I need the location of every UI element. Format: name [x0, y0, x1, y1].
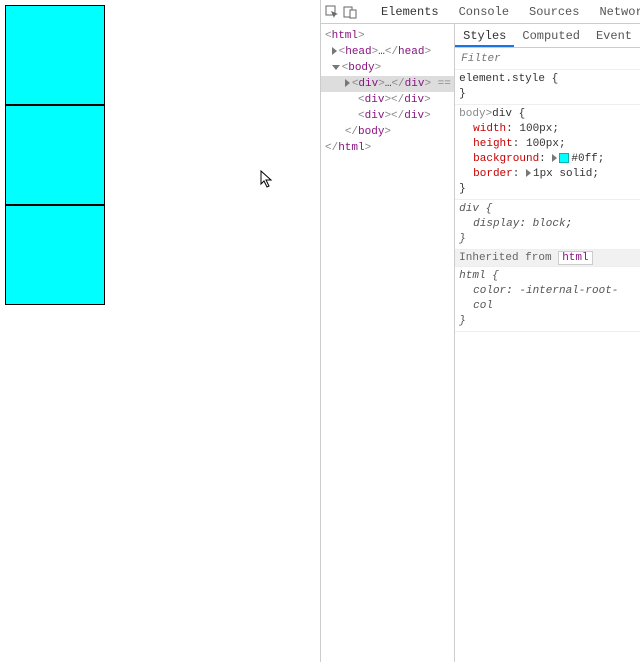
inherited-from-bar: Inherited from html [455, 250, 640, 267]
dom-node-body[interactable]: <body> [321, 60, 454, 76]
dom-node-selected-div[interactable]: <div>…</div> == $ [321, 76, 454, 92]
styles-panel: Styles Computed Event List element.style… [455, 24, 640, 662]
styles-tabs: Styles Computed Event List [455, 24, 640, 48]
expand-icon[interactable] [345, 79, 350, 87]
css-rule-div-ua[interactable]: div { display: block; } [455, 200, 640, 250]
css-rule-html-ua[interactable]: html { color: -internal-root-col } [455, 267, 640, 332]
devtools-toolbar: Elements Console Sources Network [321, 0, 640, 24]
css-rule-element-style[interactable]: element.style { } [455, 70, 640, 105]
styles-filter-row [455, 48, 640, 70]
tab-sources[interactable]: Sources [521, 0, 587, 24]
rendered-page-viewport[interactable] [0, 0, 320, 662]
dom-node-html-close[interactable]: </html> [321, 140, 454, 156]
device-toolbar-icon[interactable] [343, 3, 357, 21]
dom-node-body-close[interactable]: </body> [321, 124, 454, 140]
expand-icon[interactable] [332, 47, 337, 55]
tab-network[interactable]: Network [591, 0, 640, 24]
mouse-cursor-icon [260, 170, 274, 188]
css-rule-body-div[interactable]: body>div { width: 100px; height: 100px; … [455, 105, 640, 200]
tab-event-listeners[interactable]: Event List [588, 24, 640, 47]
inherited-from-tag[interactable]: html [558, 251, 592, 265]
dom-node-div[interactable]: <div></div> [321, 92, 454, 108]
devtools-panel: Elements Console Sources Network <html> … [320, 0, 640, 662]
dom-node-html[interactable]: <html> [321, 28, 454, 44]
collapse-icon[interactable] [332, 65, 340, 70]
rendered-div-box[interactable] [5, 105, 105, 205]
styles-filter-input[interactable] [455, 53, 640, 65]
dom-node-div[interactable]: <div></div> [321, 108, 454, 124]
expand-shorthand-icon[interactable] [526, 169, 531, 177]
expand-shorthand-icon[interactable] [552, 154, 557, 162]
dom-node-head[interactable]: <head>…</head> [321, 44, 454, 60]
tab-elements[interactable]: Elements [373, 0, 447, 24]
rendered-div-box[interactable] [5, 5, 105, 105]
dom-tree[interactable]: <html> <head>…</head> <body> <div>…</div… [321, 24, 455, 662]
tab-styles[interactable]: Styles [455, 24, 514, 47]
rendered-div-box[interactable] [5, 205, 105, 305]
tab-console[interactable]: Console [451, 0, 517, 24]
color-swatch[interactable] [559, 153, 569, 163]
inspect-element-icon[interactable] [325, 3, 339, 21]
tab-computed[interactable]: Computed [514, 24, 588, 47]
